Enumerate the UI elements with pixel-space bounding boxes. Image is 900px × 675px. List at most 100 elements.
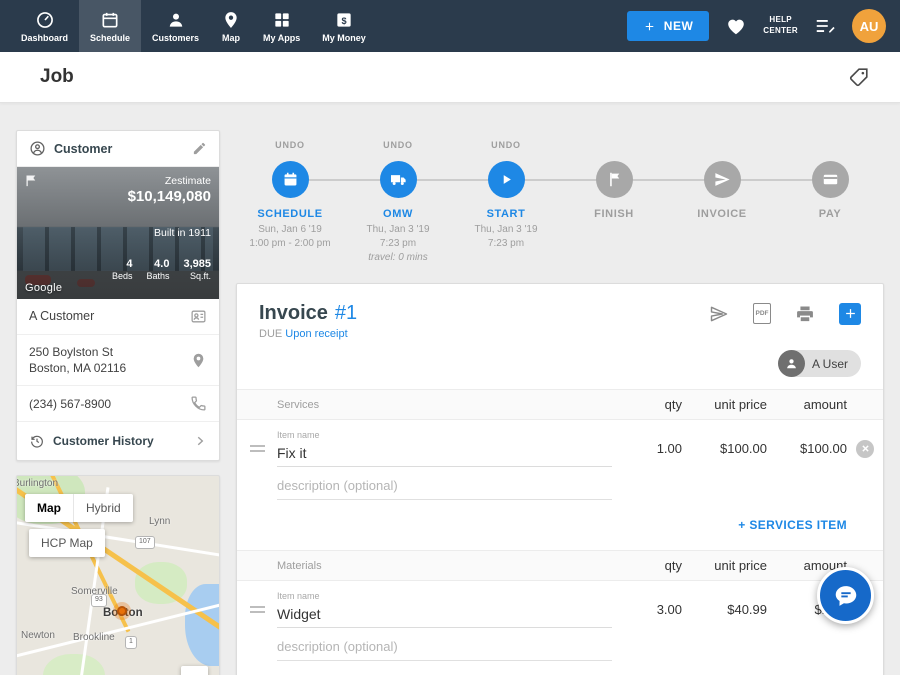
zoom-in-button[interactable]: + bbox=[181, 666, 208, 675]
stat-beds: 4 Beds bbox=[112, 258, 133, 281]
map-canvas[interactable]: 107 93 1 Burlington Lynn Somerville Bost… bbox=[17, 476, 219, 675]
invoice-actions: PDF bbox=[709, 303, 861, 325]
paper-plane-icon bbox=[709, 304, 729, 324]
pay-step-button[interactable] bbox=[812, 161, 849, 198]
avatar-initials: AU bbox=[860, 19, 879, 34]
pdf-button[interactable]: PDF bbox=[753, 303, 771, 324]
invoice-step-button[interactable] bbox=[704, 161, 741, 198]
customer-history-row[interactable]: Customer History bbox=[17, 422, 219, 460]
money-icon: $ bbox=[334, 10, 354, 30]
tag-icon bbox=[848, 66, 870, 88]
omw-step-button[interactable] bbox=[380, 161, 417, 198]
nav-map[interactable]: Map bbox=[210, 0, 252, 52]
item-name-label: Item name bbox=[277, 430, 622, 440]
route-shield: 1 bbox=[125, 636, 137, 648]
material-item-name-input[interactable] bbox=[277, 603, 612, 628]
customer-card-header: Customer bbox=[17, 131, 219, 167]
hcp-map-button[interactable]: HCP Map bbox=[29, 529, 105, 557]
finish-step-button[interactable] bbox=[596, 161, 633, 198]
customer-circle-icon bbox=[29, 140, 46, 157]
printer-icon bbox=[795, 304, 815, 324]
zestimate-value: $10,149,080 bbox=[128, 188, 211, 205]
timeline-step-omw: UNDO OMW Thu, Jan 3 '19 7:23 pm travel: … bbox=[344, 140, 452, 265]
material-description-input[interactable] bbox=[277, 636, 612, 661]
map-card: 107 93 1 Burlington Lynn Somerville Bost… bbox=[16, 475, 220, 675]
start-step-button[interactable] bbox=[488, 161, 525, 198]
drag-handle-icon[interactable] bbox=[250, 445, 265, 452]
undo-start-button[interactable]: UNDO bbox=[491, 140, 521, 151]
remove-service-item-button[interactable] bbox=[856, 440, 874, 458]
user-avatar[interactable]: AU bbox=[852, 9, 886, 43]
material-item-qty[interactable]: 3.00 bbox=[622, 602, 682, 617]
service-item-name-input[interactable] bbox=[277, 442, 612, 467]
omw-step-label: OMW bbox=[383, 208, 413, 220]
service-description-input[interactable] bbox=[277, 475, 612, 500]
add-service-row: + SERVICES ITEM bbox=[237, 502, 883, 550]
col-unit-price: unit price bbox=[682, 397, 767, 412]
schedule-step-label: SCHEDULE bbox=[257, 208, 322, 220]
invoice-card: Invoice #1 PDF bbox=[236, 283, 884, 675]
services-section-header: Services qty unit price amount bbox=[237, 389, 883, 420]
add-material-row: + MATERIALS ITEM bbox=[237, 663, 883, 675]
help-center-line1: HELP bbox=[763, 15, 798, 26]
plus-icon bbox=[843, 306, 858, 321]
svg-text:$: $ bbox=[341, 15, 346, 25]
service-item-qty[interactable]: 1.00 bbox=[622, 441, 682, 456]
job-tags-button[interactable] bbox=[848, 66, 870, 88]
due-value-link[interactable]: Upon receipt bbox=[285, 328, 347, 340]
materials-heading: Materials bbox=[277, 560, 622, 572]
calendar-icon bbox=[281, 170, 300, 189]
schedule-step-button[interactable] bbox=[272, 161, 309, 198]
top-nav: Dashboard Schedule Customers Map My Apps… bbox=[0, 0, 900, 52]
zestimate-label: Zestimate bbox=[128, 175, 211, 187]
nav-customers[interactable]: Customers bbox=[141, 0, 210, 52]
truck-icon bbox=[389, 170, 408, 189]
new-button[interactable]: NEW bbox=[627, 11, 710, 41]
timeline-step-finish: FINISH bbox=[560, 140, 668, 265]
chat-bubble-icon bbox=[832, 582, 860, 610]
omw-step-details: Thu, Jan 3 '19 7:23 pm travel: 0 mins bbox=[366, 223, 429, 265]
assigned-user-row: A User bbox=[237, 340, 883, 389]
tasks-menu-button[interactable] bbox=[814, 15, 836, 37]
pay-step-label: PAY bbox=[819, 208, 842, 220]
send-invoice-button[interactable] bbox=[709, 304, 729, 324]
undo-schedule-button[interactable]: UNDO bbox=[275, 140, 305, 151]
referral-heart-button[interactable] bbox=[725, 15, 747, 37]
timeline-step-schedule: UNDO SCHEDULE Sun, Jan 6 '19 1:00 pm - 2… bbox=[236, 140, 344, 265]
tasks-list-icon bbox=[814, 15, 836, 37]
help-center-button[interactable]: HELP CENTER bbox=[763, 15, 798, 37]
drag-handle-icon[interactable] bbox=[250, 606, 265, 613]
assigned-user-chip[interactable]: A User bbox=[778, 350, 861, 377]
stat-sqft: 3,985 Sq.ft. bbox=[183, 258, 211, 281]
material-item-unit-price[interactable]: $40.99 bbox=[682, 602, 767, 617]
map-type-hybrid-button[interactable]: Hybrid bbox=[73, 494, 133, 522]
chat-launcher-button[interactable] bbox=[817, 567, 874, 624]
chevron-right-icon bbox=[193, 434, 207, 448]
sqft-label: Sq.ft. bbox=[183, 271, 211, 281]
customer-phone-row[interactable]: (234) 567-8900 bbox=[17, 386, 219, 422]
nav-map-label: Map bbox=[222, 33, 240, 43]
nav-my-money[interactable]: $ My Money bbox=[311, 0, 377, 52]
location-pin-icon bbox=[190, 352, 207, 369]
print-button[interactable] bbox=[795, 304, 815, 324]
edit-customer-button[interactable] bbox=[192, 141, 207, 156]
col-amount: amount bbox=[767, 397, 847, 412]
material-desc-row bbox=[237, 628, 883, 663]
add-service-item-link[interactable]: + SERVICES ITEM bbox=[738, 518, 847, 532]
nav-schedule[interactable]: Schedule bbox=[79, 0, 141, 52]
customer-name-row[interactable]: A Customer bbox=[17, 299, 219, 335]
service-item-unit-price[interactable]: $100.00 bbox=[682, 441, 767, 456]
add-invoice-item-button[interactable] bbox=[839, 303, 861, 325]
user-avatar-small bbox=[778, 350, 805, 377]
nav-customers-label: Customers bbox=[152, 33, 199, 43]
nav-my-apps[interactable]: My Apps bbox=[252, 0, 311, 52]
person-icon bbox=[784, 356, 799, 371]
map-type-map-button[interactable]: Map bbox=[25, 494, 73, 522]
undo-omw-button[interactable]: UNDO bbox=[383, 140, 413, 151]
address-line2: Boston, MA 02116 bbox=[29, 361, 126, 375]
map-type-control: Map Hybrid bbox=[25, 494, 133, 522]
map-label-somerville: Somerville bbox=[71, 586, 118, 597]
customer-address-row[interactable]: 250 Boylston St Boston, MA 02116 bbox=[17, 335, 219, 386]
invoice-number[interactable]: #1 bbox=[335, 302, 357, 325]
nav-dashboard[interactable]: Dashboard bbox=[10, 0, 79, 52]
